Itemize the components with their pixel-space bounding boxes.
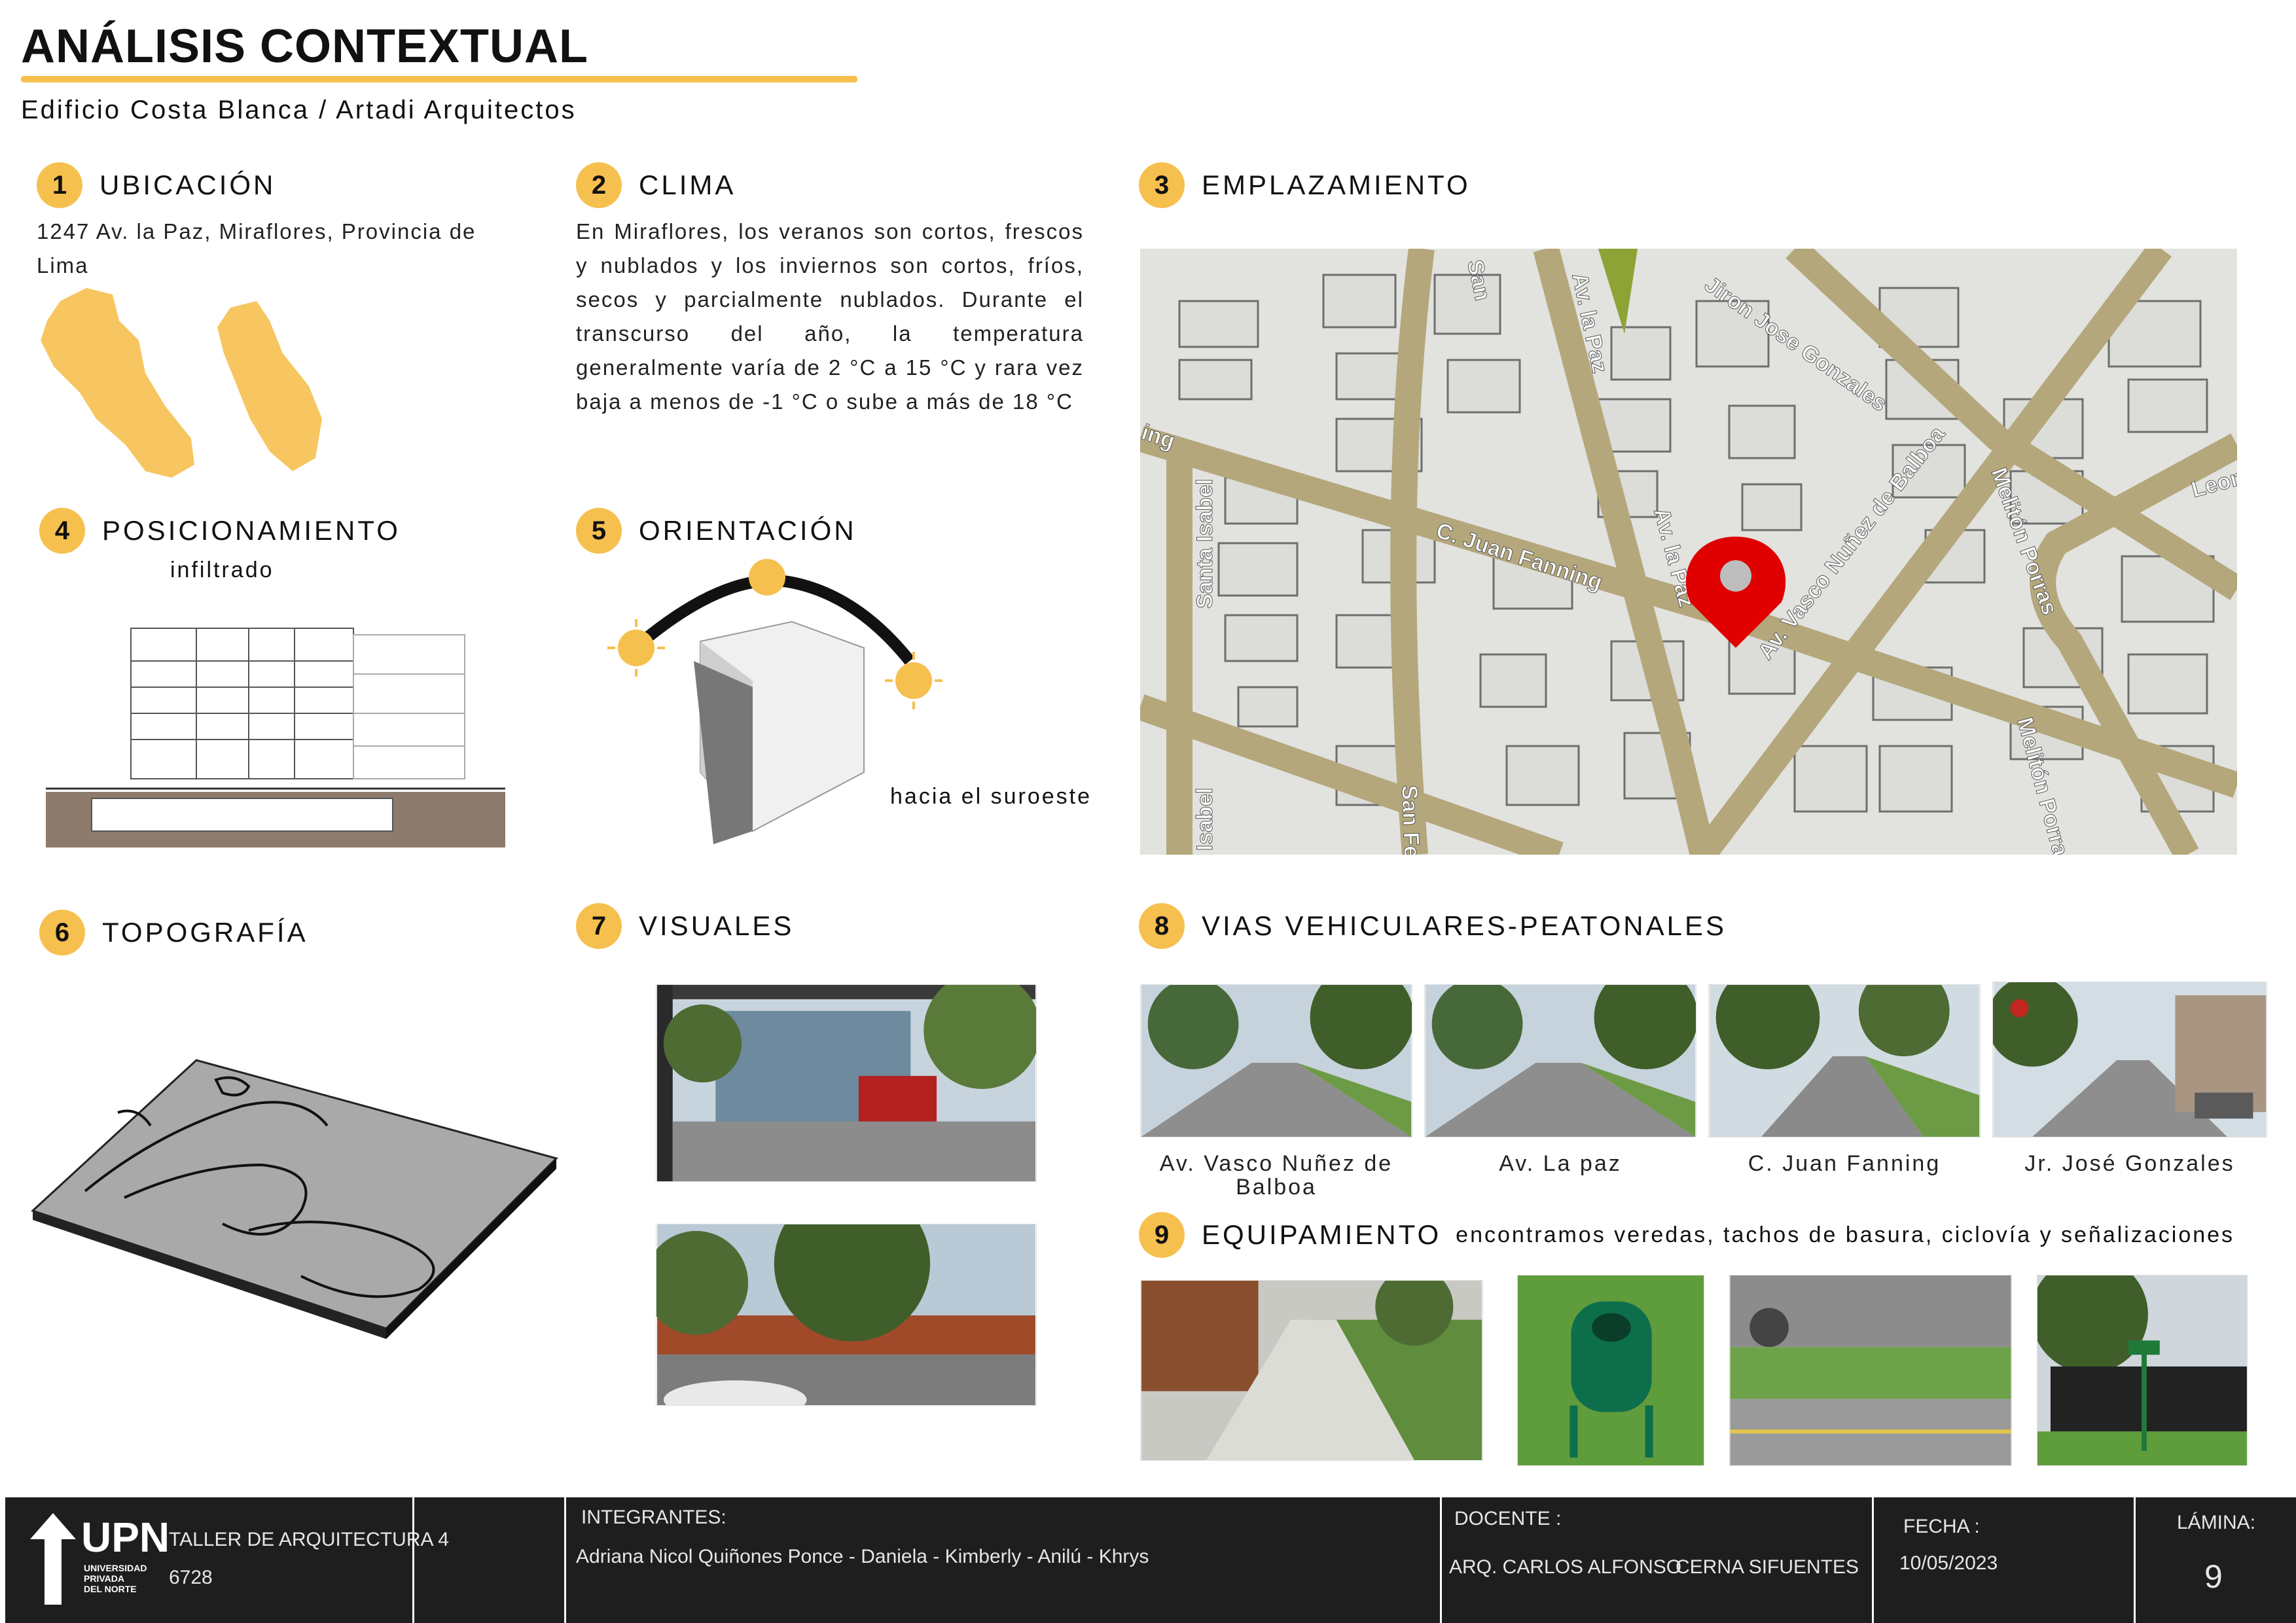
- section-title: VISUALES: [639, 910, 795, 941]
- sun-path-diagram: [607, 559, 942, 844]
- date-value: 10/05/2023: [1899, 1552, 1998, 1574]
- university-name: UNIVERSIDAD PRIVADA DEL NORTE: [84, 1563, 147, 1594]
- topography-model: [31, 1059, 558, 1339]
- street-photo-la-paz: [1424, 984, 1696, 1137]
- sheet-label: LÁMINA:: [2177, 1512, 2256, 1533]
- section-title: UBICACIÓN: [99, 169, 276, 200]
- members-list: Adriana Nicol Quiñones Ponce - Daniela -…: [576, 1546, 1149, 1567]
- street-label: Isabel: [1193, 788, 1217, 851]
- page-title: ANÁLISIS CONTEXTUAL: [21, 20, 589, 73]
- equipment-photo-sidewalk: [1140, 1280, 1483, 1461]
- section-number-badge: 5: [576, 508, 622, 554]
- street-label: Santa Isabel: [1193, 479, 1217, 609]
- posicionamiento-subtitle: infiltrado: [170, 558, 274, 582]
- university-line: UNIVERSIDAD: [84, 1563, 147, 1573]
- date-label: FECHA :: [1903, 1516, 1980, 1537]
- equipamiento-description: encontramos veredas, tachos de basura, c…: [1456, 1222, 2235, 1247]
- footer-divider: [564, 1497, 566, 1623]
- equipment-photo-signage: [2037, 1275, 2248, 1466]
- university-line: DEL NORTE: [84, 1584, 137, 1594]
- site-map: Jiron Jose Gonzales Av. la Paz Av. la Pa…: [1140, 249, 2237, 855]
- equipment-photo-trash-bin: [1517, 1275, 1704, 1466]
- section-orientacion-heading: 5 ORIENTACIÓN: [576, 508, 857, 554]
- title-underline: [21, 76, 857, 82]
- street-photo-caption: Av. Vasco Nuñez de Balboa: [1159, 1151, 1393, 1200]
- section-number-badge: 3: [1139, 162, 1185, 208]
- section-emplazamiento-heading: 3 EMPLAZAMIENTO: [1139, 162, 1471, 208]
- page-subtitle: Edificio Costa Blanca / Artadi Arquitect…: [21, 96, 577, 124]
- section-ubicacion-heading: 1 UBICACIÓN: [37, 162, 276, 208]
- section-title: EQUIPAMIENTO: [1202, 1219, 1442, 1250]
- visual-photo-1: [656, 984, 1037, 1182]
- street-photo-jose-gonzales: [1992, 982, 2267, 1137]
- building-section-drawing: [46, 628, 505, 847]
- street-photo-caption: C. Juan Fanning: [1748, 1151, 1941, 1176]
- footer-bar: UPN UNIVERSIDAD PRIVADA DEL NORTE TALLER…: [5, 1497, 2296, 1623]
- teacher-label: DOCENTE :: [1454, 1508, 1562, 1529]
- street-photo-caption: Jr. José Gonzales: [2024, 1151, 2235, 1176]
- section-title: POSICIONAMIENTO: [102, 515, 401, 546]
- sheet-number: 9: [2204, 1558, 2223, 1595]
- equipment-photo-cycle-lane: [1729, 1275, 2012, 1466]
- footer-divider: [412, 1497, 414, 1623]
- section-title: ORIENTACIÓN: [639, 515, 857, 546]
- footer-divider: [1440, 1497, 1442, 1623]
- section-clima-heading: 2 CLIMA: [576, 162, 736, 208]
- section-number-badge: 2: [576, 162, 622, 208]
- orientacion-caption: hacia el suroeste: [890, 784, 1092, 809]
- ubicacion-address: 1247 Av. la Paz, Miraflores, Provincia d…: [37, 219, 476, 277]
- street-photo-vasco-nunez: [1140, 984, 1412, 1137]
- section-number-badge: 1: [37, 162, 82, 208]
- teacher-name: ARQ. CARLOS ALFONSO: [1449, 1556, 1682, 1578]
- section-number-badge: 8: [1139, 903, 1185, 949]
- section-visuales-heading: 7 VISUALES: [576, 903, 794, 949]
- university-line: PRIVADA: [84, 1573, 124, 1584]
- course-code: 6728: [169, 1567, 213, 1588]
- clima-description: En Miraflores, los veranos son cortos, f…: [576, 219, 1084, 414]
- section-title: EMPLAZAMIENTO: [1202, 169, 1471, 200]
- section-number-badge: 6: [39, 910, 85, 955]
- footer-divider: [2134, 1497, 2136, 1623]
- members-label: INTEGRANTES:: [581, 1507, 726, 1528]
- street-label: San Fe: [1397, 785, 1424, 855]
- section-equipamiento-heading: 9 EQUIPAMIENTO encontramos veredas, tach…: [1139, 1212, 2234, 1258]
- upn-logo-icon: [30, 1513, 76, 1605]
- section-vias-heading: 8 VIAS VEHICULARES-PEATONALES: [1139, 903, 1727, 949]
- course-name: TALLER DE ARQUITECTURA 4: [169, 1529, 449, 1550]
- section-posicionamiento-heading: 4 POSICIONAMIENTO: [39, 508, 401, 554]
- visual-photo-2: [656, 1224, 1037, 1406]
- section-number-badge: 4: [39, 508, 85, 554]
- section-topografia-heading: 6 TOPOGRAFÍA: [39, 910, 308, 955]
- section-number-badge: 7: [576, 903, 622, 949]
- section-title: VIAS VEHICULARES-PEATONALES: [1202, 910, 1727, 941]
- street-photo-juan-fanning: [1708, 984, 1981, 1137]
- section-title: CLIMA: [639, 169, 736, 200]
- street-photo-caption: Av. La paz: [1499, 1151, 1622, 1176]
- section-number-badge: 9: [1139, 1212, 1185, 1258]
- teacher-surname: CERNA SIFUENTES: [1676, 1556, 1859, 1578]
- peru-map-illustration: [41, 288, 322, 478]
- footer-divider: [1872, 1497, 1874, 1623]
- section-title: TOPOGRAFÍA: [102, 917, 308, 948]
- logo-text: UPN: [81, 1514, 170, 1561]
